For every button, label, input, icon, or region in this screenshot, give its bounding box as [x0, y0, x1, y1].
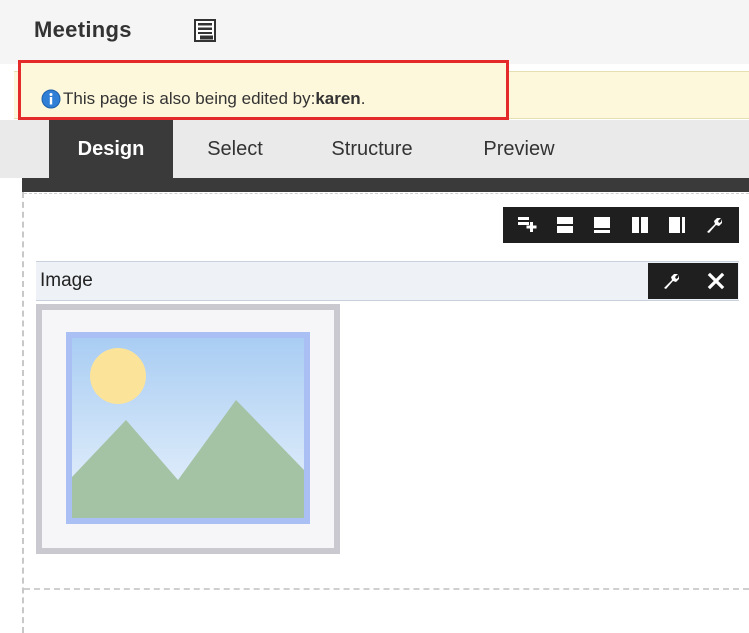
tab-preview[interactable]: Preview — [456, 120, 582, 178]
editing-notice-text: This page is also being edited by:karen. — [63, 89, 365, 109]
info-icon — [41, 89, 61, 109]
split-right-icon[interactable] — [663, 213, 691, 237]
split-horizontal-icon[interactable] — [551, 213, 579, 237]
component-title: Image — [40, 270, 93, 291]
page-properties-icon[interactable] — [194, 19, 218, 43]
close-icon[interactable] — [702, 269, 730, 293]
tab-select[interactable]: Select — [183, 120, 287, 178]
wrench-icon[interactable] — [700, 213, 728, 237]
editing-notice-suffix: . — [360, 89, 366, 108]
wrench-icon[interactable] — [657, 269, 685, 293]
editor-top-strip — [22, 178, 749, 192]
layout-toolbar — [503, 207, 739, 243]
component-actions — [648, 263, 738, 299]
tab-structure[interactable]: Structure — [302, 120, 442, 178]
split-bottom-icon[interactable] — [588, 213, 616, 237]
add-content-icon[interactable] — [514, 213, 542, 237]
split-vertical-icon[interactable] — [626, 213, 654, 237]
editing-user-name: karen — [315, 89, 361, 108]
canvas-bottom-border — [24, 588, 749, 590]
editing-notice-message: This page is also being edited by: — [63, 89, 316, 108]
tab-design[interactable]: Design — [49, 120, 173, 178]
canvas-top-border — [24, 193, 749, 194]
image-placeholder-icon[interactable] — [66, 332, 310, 524]
page-title: Meetings — [34, 17, 132, 42]
image-component-header — [36, 261, 739, 301]
canvas-left-border — [22, 192, 24, 633]
